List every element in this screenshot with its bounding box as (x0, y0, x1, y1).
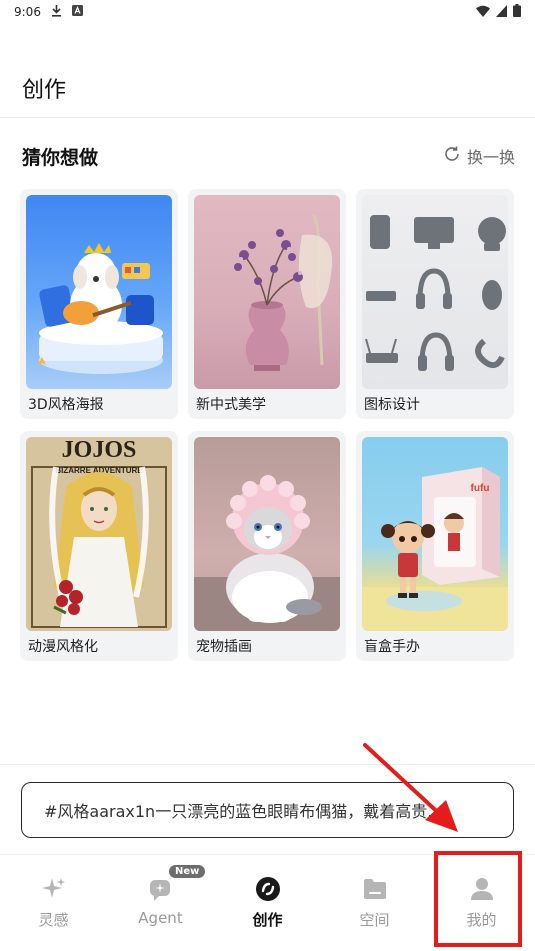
card-label: 动漫风格化 (28, 639, 98, 655)
refresh-icon (443, 145, 461, 167)
refresh-label: 换一换 (466, 148, 515, 167)
status-time: 9:06 (14, 5, 41, 19)
card-label: 盲盒手办 (364, 639, 420, 655)
page-title: 创作 (22, 78, 67, 103)
tab-label: Agent (138, 909, 183, 927)
prompt-input[interactable]: #风格aarax1n一只漂亮的蓝色眼睛布偶猫，戴着高贵... (21, 782, 514, 838)
tab-agent[interactable]: New Agent (107, 855, 214, 951)
card-label: 宠物插画 (196, 639, 252, 655)
new-badge: New (169, 865, 206, 878)
card-thumbnail-pet-illustration (194, 437, 340, 631)
tab-label: 空间 (359, 911, 390, 929)
status-bar: 9:06 (0, 0, 535, 24)
card-thumbnail-chinese-aesthetic (194, 195, 340, 389)
sparkle-icon (40, 875, 68, 903)
tab-space[interactable]: 空间 (321, 855, 428, 951)
annotation-highlight-box (434, 851, 522, 947)
card-anime-style[interactable]: JOJOS BIZARRE ADVENTURE 动漫风格化 (20, 431, 178, 661)
card-chinese-aesthetic[interactable]: 新中式美学 (188, 189, 346, 419)
download-icon (51, 4, 62, 20)
box-brand: fufu (471, 483, 490, 494)
card-thumbnail-icon-design (362, 195, 508, 389)
agent-icon (147, 875, 175, 903)
tab-inspiration[interactable]: 灵感 (0, 855, 107, 951)
prompt-text: #风格aarax1n一只漂亮的蓝色眼睛布偶猫，戴着高贵... (44, 802, 443, 821)
wifi-icon (476, 5, 490, 20)
suggestion-grid: 3D风格海报 新中式美学 图标设计 JOJOS BIZARRE ADVENTUR… (20, 189, 514, 661)
card-thumbnail-anime-style: JOJOS BIZARRE ADVENTURE (26, 437, 172, 631)
card-3d-poster[interactable]: 3D风格海报 (20, 189, 178, 419)
section-title: 猜你想做 (22, 147, 99, 169)
card-label: 新中式美学 (196, 397, 266, 413)
card-thumbnail-3d-poster (26, 195, 172, 389)
app-notification-icon (71, 5, 83, 19)
folder-icon (361, 875, 389, 903)
battery-icon (513, 4, 521, 20)
card-blind-box[interactable]: fufu 盲盒手办 (356, 431, 514, 661)
refresh-button[interactable]: 换一换 (443, 144, 515, 168)
card-pet-illustration[interactable]: 宠物插画 (188, 431, 346, 661)
tab-create[interactable]: 创作 (214, 855, 321, 951)
card-thumbnail-blind-box: fufu (362, 437, 508, 631)
card-label: 图标设计 (364, 397, 420, 413)
card-label: 3D风格海报 (28, 397, 104, 413)
header-divider (0, 117, 535, 118)
tab-label: 灵感 (38, 911, 69, 929)
tab-label: 创作 (252, 911, 283, 929)
card-icon-design[interactable]: 图标设计 (356, 189, 514, 419)
create-icon (254, 875, 282, 903)
poster-title: JOJOS (62, 437, 137, 463)
prompt-divider (0, 764, 535, 765)
signal-icon (496, 4, 507, 20)
